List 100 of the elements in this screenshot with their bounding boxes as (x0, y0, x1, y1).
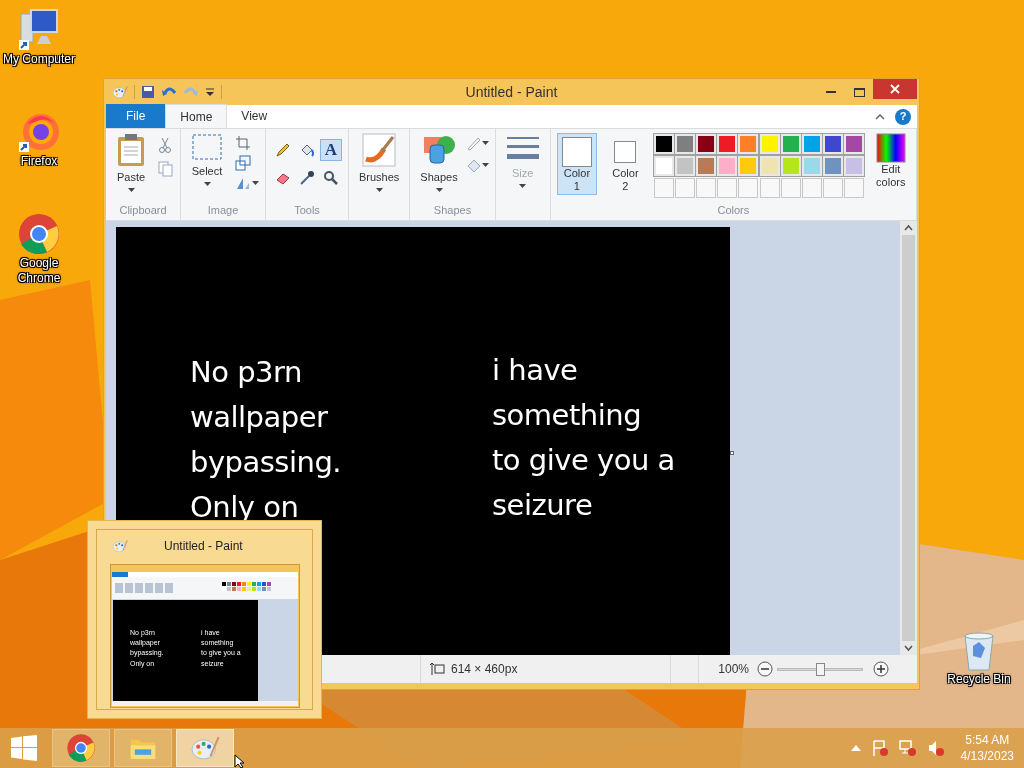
muted-speaker-icon[interactable] (926, 739, 945, 757)
canvas-text: No p3rn (190, 357, 303, 389)
scroll-thumb[interactable] (902, 235, 915, 641)
palette-color[interactable] (759, 134, 780, 154)
canvas-text: something (492, 399, 643, 432)
resize-handle[interactable] (730, 451, 734, 455)
palette-color[interactable] (738, 156, 759, 176)
zoom-in-icon[interactable] (873, 661, 889, 677)
canvas-size-text: 614 × 460px (451, 661, 518, 678)
clipboard-icon (116, 133, 146, 167)
brushes-button[interactable]: Brushes (355, 133, 404, 192)
zoom-out-icon[interactable] (757, 661, 773, 677)
crop-icon[interactable] (235, 135, 251, 151)
vertical-scrollbar[interactable] (900, 221, 917, 655)
caret-icon (203, 181, 211, 186)
minimize-icon (826, 91, 836, 93)
ribbon-tab[interactable]: View (227, 104, 282, 128)
spectrum-icon (875, 133, 906, 163)
color-swatch (561, 137, 592, 167)
palette-color[interactable] (674, 134, 695, 154)
color-slot[interactable]: Color 2 (605, 133, 646, 195)
maximize-icon (853, 87, 865, 97)
palette-icon (112, 538, 128, 554)
copy-icon[interactable] (158, 161, 174, 177)
preview-title: Untitled - Paint (164, 538, 243, 555)
palette-color[interactable] (717, 156, 738, 176)
palette-color[interactable] (780, 156, 801, 176)
show-hidden-icons[interactable] (850, 745, 861, 751)
taskbar-button[interactable] (176, 729, 234, 767)
palette-color[interactable] (759, 156, 780, 176)
color-slot[interactable]: Color 1 (556, 133, 598, 195)
ribbon-tab[interactable]: File (106, 104, 166, 128)
clipboard-button[interactable]: Paste (112, 133, 150, 192)
ribbon-tab[interactable]: Home (165, 104, 228, 128)
caret-icon (127, 187, 135, 192)
canvas-text: bypassing. (190, 446, 342, 479)
palette-color[interactable] (674, 156, 695, 176)
palette-icon (112, 84, 128, 100)
save-icon[interactable] (141, 85, 155, 99)
caret-icon (375, 187, 383, 192)
palette-color[interactable] (780, 134, 801, 154)
shapes-icon (422, 133, 456, 167)
close-icon (890, 84, 900, 94)
computer-icon (17, 8, 61, 52)
outline-icon[interactable] (465, 135, 482, 151)
canvas-text: to give you a (492, 444, 675, 477)
palette-color[interactable] (653, 156, 674, 176)
palette-color[interactable] (823, 156, 844, 176)
resize-icon[interactable] (235, 155, 251, 171)
palette-color[interactable] (823, 134, 844, 154)
color-swatch (614, 141, 637, 163)
mouse-cursor-icon (234, 754, 246, 768)
palette-color[interactable] (844, 134, 865, 154)
group-label: Shapes (433, 202, 472, 218)
zoom-slider[interactable] (777, 661, 863, 677)
palette-color[interactable] (801, 156, 822, 176)
group-label: Tools (294, 202, 320, 218)
palette-color[interactable] (717, 134, 738, 154)
paint-bucket-icon (299, 142, 315, 158)
taskbar-button[interactable] (114, 729, 172, 767)
chrome-icon (66, 733, 96, 763)
palette-color[interactable] (696, 156, 717, 176)
edit-colors-button[interactable]: Edit colors (871, 133, 910, 189)
canvas-size-icon (429, 662, 445, 676)
group-label: Image (207, 202, 239, 218)
palette-color[interactable] (653, 134, 674, 154)
scissors-icon[interactable] (158, 137, 172, 153)
image-button[interactable]: Select (187, 133, 227, 186)
network-icon[interactable] (898, 739, 917, 757)
palette-color[interactable] (696, 134, 717, 154)
group-label: Colors (717, 202, 750, 218)
caret-icon (481, 141, 489, 145)
palette-color[interactable] (801, 134, 822, 154)
brush-icon (362, 133, 397, 167)
flag-icon[interactable] (870, 739, 889, 757)
magnifier-icon (323, 170, 339, 186)
caret-icon (481, 163, 489, 167)
pencil-icon (275, 142, 291, 158)
canvas-text: wallpaper (190, 401, 329, 434)
eyedropper-icon (299, 170, 315, 186)
group-label: Clipboard (119, 202, 167, 218)
dropdown-icon[interactable] (205, 87, 215, 97)
close-button[interactable] (873, 79, 917, 99)
canvas-text: Only on (190, 491, 300, 524)
zoom-level-text: 100% (718, 661, 749, 678)
caret-icon (252, 181, 259, 185)
taskbar-button[interactable] (52, 729, 110, 767)
caret-icon (519, 183, 527, 188)
text-tool[interactable]: A (320, 139, 342, 161)
windows-icon (11, 735, 37, 761)
undo-icon[interactable] (161, 85, 177, 99)
help-icon[interactable]: ? (895, 108, 911, 125)
palette-color[interactable] (738, 134, 759, 154)
selection-icon (191, 133, 223, 161)
canvas-text: i have (492, 355, 579, 387)
collapse-icon[interactable] (875, 113, 885, 120)
palette-color[interactable] (844, 156, 865, 176)
caret-icon (435, 187, 443, 192)
fill-icon[interactable] (465, 157, 482, 173)
shapes-button[interactable]: Shapes (416, 133, 462, 192)
